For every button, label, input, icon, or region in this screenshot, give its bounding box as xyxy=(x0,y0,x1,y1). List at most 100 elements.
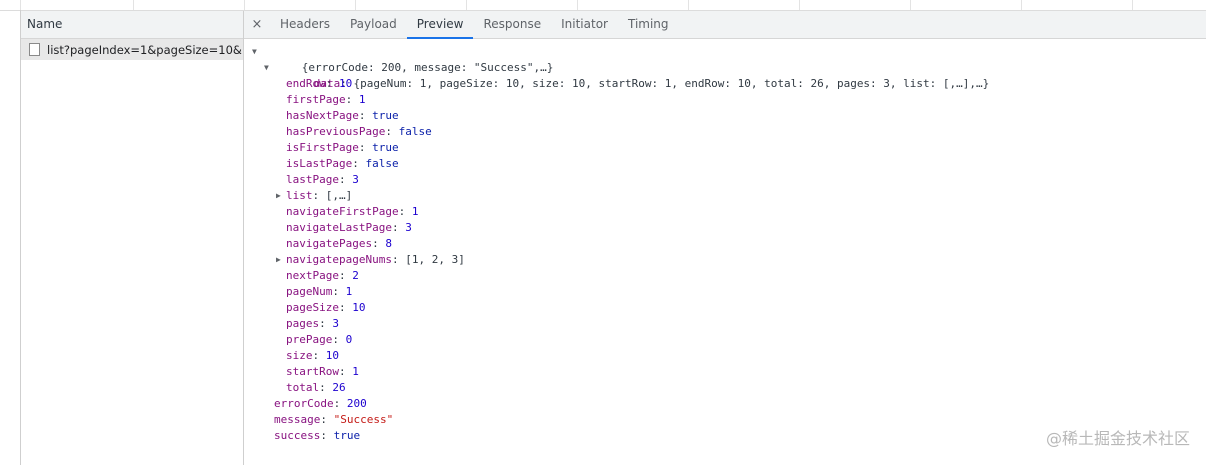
json-value: 1 xyxy=(345,285,353,298)
grid-tick xyxy=(1021,0,1022,10)
request-detail-panel: × Headers Payload Preview Response Initi… xyxy=(244,11,1206,465)
json-root-line[interactable]: ▼ {errorCode: 200, message: "Success",…} xyxy=(244,44,1206,74)
json-property-line: navigatePages: 8 xyxy=(286,237,392,250)
json-property-line: endRow: 10 xyxy=(286,77,353,90)
json-key: message xyxy=(274,413,321,426)
json-property-line: prePage: 0 xyxy=(286,333,353,346)
request-name: list?pageIndex=1&pageSize=10&... xyxy=(47,42,243,57)
json-key: prePage xyxy=(286,333,333,346)
triangle-down-icon[interactable]: ▼ xyxy=(264,60,269,76)
close-icon[interactable]: × xyxy=(244,11,270,38)
json-value: "Success" xyxy=(333,413,394,426)
tab-timing[interactable]: Timing xyxy=(618,11,679,38)
tab-response[interactable]: Response xyxy=(473,11,551,38)
json-property-line: startRow: 1 xyxy=(286,365,359,378)
json-property-line: isLastPage: false xyxy=(286,157,399,170)
json-value: 1 xyxy=(352,365,359,378)
grid-tick xyxy=(1132,0,1133,10)
json-value: 26 xyxy=(332,381,346,394)
json-key: pages xyxy=(286,317,320,330)
triangle-down-icon[interactable]: ▼ xyxy=(252,44,257,60)
json-key: navigateFirstPage xyxy=(286,205,399,218)
json-value: true xyxy=(372,141,399,154)
grid-tick xyxy=(20,0,21,10)
json-value: true xyxy=(333,429,361,442)
json-property-line: pages: 3 xyxy=(286,317,339,330)
json-property-line: isFirstPage: true xyxy=(286,141,399,154)
json-value: 3 xyxy=(332,317,339,330)
json-value: 0 xyxy=(345,333,353,346)
json-property-line: hasPreviousPage: false xyxy=(286,125,432,138)
json-value: 10 xyxy=(352,301,366,314)
json-key: errorCode xyxy=(274,397,334,410)
json-value: 10 xyxy=(325,349,339,362)
json-key: nextPage xyxy=(286,269,339,282)
waterfall-header-strip xyxy=(0,0,1206,11)
json-key: total xyxy=(286,381,320,394)
json-key: size xyxy=(286,349,313,362)
json-value: 3 xyxy=(405,221,412,234)
json-value: 1 xyxy=(411,205,419,218)
json-key: hasPreviousPage xyxy=(286,125,386,138)
json-value: false xyxy=(398,125,432,138)
document-icon xyxy=(29,43,40,56)
json-data-children: endRow: 10 firstPage: 1 hasNextPage: true h… xyxy=(244,76,1206,396)
json-property-line: total: 26 xyxy=(286,381,346,394)
tab-preview[interactable]: Preview xyxy=(406,11,474,39)
json-property-line: nextPage: 2 xyxy=(286,269,359,282)
json-key: navigatepageNums xyxy=(286,253,392,266)
json-key: list xyxy=(286,189,313,202)
tab-headers[interactable]: Headers xyxy=(270,11,340,38)
json-property-line[interactable]: ▶ navigatepageNums: [1, 2, 3] xyxy=(244,252,1206,268)
grid-tick xyxy=(799,0,800,10)
json-value: false xyxy=(365,157,399,170)
json-key: success xyxy=(274,429,321,442)
json-value: 8 xyxy=(385,237,392,250)
json-key: isFirstPage xyxy=(286,141,359,154)
json-value: [,…] xyxy=(325,189,353,202)
json-value: 200 xyxy=(346,397,367,410)
json-key: navigateLastPage xyxy=(286,221,392,234)
json-property-line: hasNextPage: true xyxy=(286,109,399,122)
json-property-line: pageNum: 1 xyxy=(286,285,353,298)
request-row[interactable]: list?pageIndex=1&pageSize=10&... xyxy=(21,39,243,60)
json-key: lastPage xyxy=(286,173,339,186)
triangle-right-icon[interactable]: ▶ xyxy=(276,188,281,204)
grid-tick xyxy=(910,0,911,10)
json-key: pageNum xyxy=(286,285,333,298)
json-property-line: pageSize: 10 xyxy=(286,301,366,314)
request-list-panel: Name list?pageIndex=1&pageSize=10&... xyxy=(21,11,244,465)
json-value: 2 xyxy=(352,269,359,282)
json-property-line: lastPage: 3 xyxy=(286,173,359,186)
tab-payload[interactable]: Payload xyxy=(340,11,407,38)
json-property-line[interactable]: ▶ list: [,…] xyxy=(244,188,1206,204)
grid-tick xyxy=(688,0,689,10)
json-key: hasNextPage xyxy=(286,109,359,122)
json-property-line: firstPage: 1 xyxy=(286,93,366,106)
json-property-line: navigateLastPage: 3 xyxy=(286,221,412,234)
json-key: firstPage xyxy=(286,93,346,106)
grid-tick xyxy=(466,0,467,10)
grid-tick xyxy=(355,0,356,10)
json-key: endRow xyxy=(286,77,326,90)
grid-tick xyxy=(133,0,134,10)
triangle-right-icon[interactable]: ▶ xyxy=(276,252,281,268)
json-value: [1, 2, 3] xyxy=(405,253,465,266)
json-key: pageSize xyxy=(286,301,339,314)
json-value: 3 xyxy=(352,173,359,186)
json-key: isLastPage xyxy=(286,157,353,170)
json-value: 10 xyxy=(339,77,353,90)
name-column-header[interactable]: Name xyxy=(21,11,243,39)
json-property-line: size: 10 xyxy=(286,349,339,362)
json-value: true xyxy=(372,109,399,122)
grid-tick xyxy=(577,0,578,10)
detail-tabbar: × Headers Payload Preview Response Initi… xyxy=(244,11,1206,39)
json-key: navigatePages xyxy=(286,237,373,250)
grid-tick xyxy=(244,0,245,10)
tab-initiator[interactable]: Initiator xyxy=(551,11,618,38)
json-data-line[interactable]: ▼ data: {pageNum: 1, pageSize: 10, size: … xyxy=(244,60,1206,90)
json-key: startRow xyxy=(286,365,339,378)
json-preview: ▼ {errorCode: 200, message: "Success",…} … xyxy=(244,39,1206,444)
json-value: 1 xyxy=(358,93,366,106)
watermark: @稀土掘金技术社区 xyxy=(1045,429,1190,448)
